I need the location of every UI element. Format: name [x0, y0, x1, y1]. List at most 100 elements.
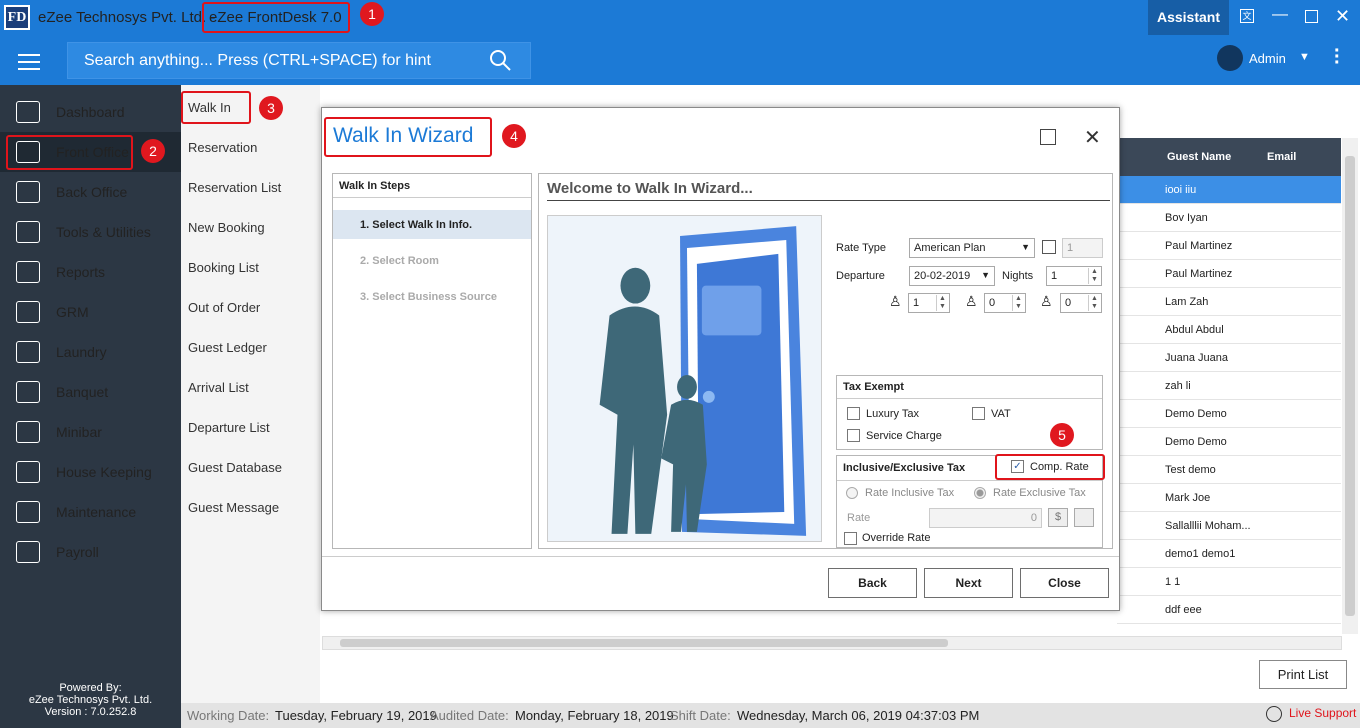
table-row[interactable]: iooi iiu: [1117, 176, 1341, 204]
luxury-tax-label: Luxury Tax: [866, 408, 919, 420]
rate-inclusive-radio[interactable]: [846, 487, 858, 499]
sidebar-item-reports[interactable]: Reports: [0, 252, 181, 292]
override-rate-label: Override Rate: [862, 532, 931, 544]
sidebar-item-maintenance[interactable]: Maintenance: [0, 492, 181, 532]
table-row[interactable]: Demo Demo: [1117, 400, 1341, 428]
submenu-new-booking[interactable]: New Booking: [188, 220, 265, 235]
headset-icon[interactable]: [1266, 706, 1282, 722]
table-row[interactable]: 1 1: [1117, 568, 1341, 596]
print-list-button[interactable]: Print List: [1259, 660, 1347, 689]
table-row[interactable]: Test demo: [1117, 456, 1341, 484]
table-row[interactable]: Paul Martinez: [1117, 232, 1341, 260]
welcome-divider: [547, 200, 1110, 201]
spinner-arrows[interactable]: ▲ ▼: [936, 295, 948, 311]
close-icon[interactable]: ✕: [1084, 125, 1101, 150]
submenu-guest-database[interactable]: Guest Database: [188, 460, 282, 475]
rate-lookup-icon[interactable]: [1042, 240, 1056, 254]
col-email[interactable]: Email: [1267, 151, 1296, 163]
table-row[interactable]: Mark Joe: [1117, 484, 1341, 512]
submenu-arrival-list[interactable]: Arrival List: [188, 380, 249, 395]
welcome-heading: Welcome to Walk In Wizard...: [547, 180, 753, 197]
sidebar-item-minibar[interactable]: Minibar: [0, 412, 181, 452]
step-2: 2. Select Room: [360, 255, 439, 267]
table-row[interactable]: zah li: [1117, 372, 1341, 400]
sidebar-item-tools[interactable]: Tools & Utilities: [0, 212, 181, 252]
avatar[interactable]: [1217, 45, 1243, 71]
worker-icon: [16, 501, 40, 523]
vat-checkbox[interactable]: [972, 407, 985, 420]
search-input[interactable]: Search anything... Press (CTRL+SPACE) fo…: [67, 42, 531, 79]
rate-type-select[interactable]: American Plan ▼: [909, 238, 1035, 258]
dollar-icon[interactable]: $: [1048, 508, 1068, 527]
step-badge-1: 1: [360, 2, 384, 26]
table-row[interactable]: Paul Martinez: [1117, 260, 1341, 288]
spinner-arrows[interactable]: ▲ ▼: [1012, 295, 1024, 311]
highlight-app-name: [202, 2, 350, 33]
search-icon[interactable]: [488, 48, 512, 72]
adults-stepper[interactable]: 1 ▲ ▼: [908, 293, 950, 313]
sidebar-item-house-keeping[interactable]: House Keeping: [0, 452, 181, 492]
table-row[interactable]: demo1 demo1: [1117, 540, 1341, 568]
submenu-reservation-list[interactable]: Reservation List: [188, 180, 281, 195]
close-icon[interactable]: ✕: [1335, 6, 1350, 27]
step-3: 3. Select Business Source: [360, 291, 497, 303]
rate-field: 0: [929, 508, 1042, 528]
submenu-out-of-order[interactable]: Out of Order: [188, 300, 260, 315]
sidebar-item-dashboard[interactable]: Dashboard: [0, 92, 181, 132]
table-row[interactable]: Bov Iyan: [1117, 204, 1341, 232]
table-row[interactable]: Lam Zah: [1117, 288, 1341, 316]
horizontal-scroll-thumb[interactable]: [340, 639, 948, 647]
sidebar-item-grm[interactable]: GRM: [0, 292, 181, 332]
sidebar-item-laundry[interactable]: Laundry: [0, 332, 181, 372]
child-icon: ♙: [965, 293, 978, 309]
assistant-button[interactable]: Assistant: [1148, 0, 1229, 35]
spinner-arrows[interactable]: ▲ ▼: [1088, 295, 1100, 311]
infants-stepper[interactable]: 0 ▲ ▼: [1060, 293, 1102, 313]
close-button[interactable]: Close: [1020, 568, 1109, 598]
rate-label: Rate: [847, 512, 871, 524]
shift-date-label: Shift Date:: [670, 708, 731, 723]
back-button[interactable]: Back: [828, 568, 917, 598]
translate-icon[interactable]: [1040, 129, 1056, 145]
table-row[interactable]: Abdul Abdul: [1117, 316, 1341, 344]
table-row[interactable]: ddf eee: [1117, 596, 1341, 624]
calculator-icon[interactable]: [1074, 508, 1094, 527]
rate-exclusive-radio[interactable]: [974, 487, 986, 499]
sidebar-item-back-office[interactable]: Back Office: [0, 172, 181, 212]
submenu-departure-list[interactable]: Departure List: [188, 420, 270, 435]
table-row[interactable]: Sallalllii Moham...: [1117, 512, 1341, 540]
report-icon: [16, 261, 40, 283]
powered-by: Powered By: eZee Technosys Pvt. Ltd. Ver…: [28, 682, 153, 718]
next-button[interactable]: Next: [924, 568, 1013, 598]
more-icon[interactable]: · · ·: [1334, 41, 1341, 73]
maximize-icon[interactable]: [1305, 10, 1318, 23]
nights-stepper[interactable]: 1 ▲ ▼: [1046, 266, 1102, 286]
sidebar-item-payroll[interactable]: Payroll: [0, 532, 181, 572]
spinner-arrows[interactable]: ▲ ▼: [1088, 268, 1100, 284]
menu-icon[interactable]: [18, 54, 40, 75]
table-row[interactable]: Juana Juana: [1117, 344, 1341, 372]
service-charge-checkbox[interactable]: [847, 429, 860, 442]
walk-in-illustration: [547, 215, 822, 542]
chevron-down-icon[interactable]: ▼: [1299, 51, 1310, 63]
translate-icon[interactable]: 文: [1240, 9, 1254, 23]
vertical-scroll-thumb[interactable]: [1345, 156, 1355, 616]
user-name[interactable]: Admin: [1249, 51, 1286, 66]
inclusive-exclusive-heading: Inclusive/Exclusive Tax: [843, 462, 966, 474]
luxury-tax-checkbox[interactable]: [847, 407, 860, 420]
submenu-booking-list[interactable]: Booking List: [188, 260, 259, 275]
sidebar-item-banquet[interactable]: Banquet: [0, 372, 181, 412]
override-rate-checkbox[interactable]: [844, 532, 857, 545]
minimize-icon[interactable]: —: [1272, 6, 1288, 24]
submenu-reservation[interactable]: Reservation: [188, 140, 257, 155]
rate-inclusive-label: Rate Inclusive Tax: [865, 487, 955, 499]
submenu-guest-ledger[interactable]: Guest Ledger: [188, 340, 267, 355]
live-support-link[interactable]: Live Support: [1289, 706, 1356, 720]
payroll-icon: [16, 541, 40, 563]
col-guest-name[interactable]: Guest Name: [1167, 151, 1231, 163]
submenu-guest-message[interactable]: Guest Message: [188, 500, 279, 515]
rate-qty-field: 1: [1062, 238, 1103, 258]
table-row[interactable]: Demo Demo: [1117, 428, 1341, 456]
departure-date-field[interactable]: 20-02-2019 ▼: [909, 266, 995, 286]
children-stepper[interactable]: 0 ▲ ▼: [984, 293, 1026, 313]
